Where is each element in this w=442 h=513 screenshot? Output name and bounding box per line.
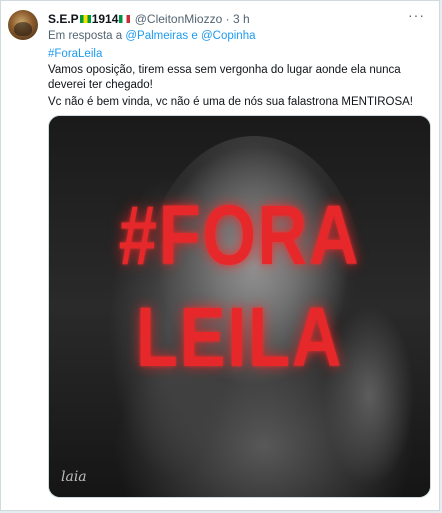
tweet-text: Vamos oposição, tirem essa sem vergonha … <box>48 63 433 112</box>
reply-context: Em resposta a @Palmeiras e @Copinha <box>48 29 256 43</box>
overlay-text-line-2: LEILA <box>135 290 344 384</box>
more-options-icon[interactable]: ··· <box>408 7 425 23</box>
reply-prefix: Em resposta a <box>48 30 123 42</box>
separator-dot: · <box>225 12 230 26</box>
tweet-media-image[interactable]: #FORA LEILA laia <box>48 115 431 498</box>
brazil-flag-icon <box>79 15 91 23</box>
tweet-text-line: Vamos oposição, tirem essa sem vergonha … <box>48 64 401 91</box>
action-bar <box>48 500 431 510</box>
overlay-text-line-1: #FORA <box>118 188 361 282</box>
reply-joiner: e <box>191 30 198 42</box>
timestamp[interactable]: 3 h <box>233 12 250 26</box>
mention-copinha[interactable]: @Copinha <box>201 30 256 42</box>
display-name-suffix[interactable]: 1914 <box>92 12 119 26</box>
tweet-card[interactable]: S.E.P 1914 @CleitonMiozzo · 3 h ··· Em re… <box>0 0 440 511</box>
display-name[interactable]: S.E.P <box>48 12 79 26</box>
user-handle[interactable]: @CleitonMiozzo <box>135 12 223 26</box>
image-watermark: laia <box>61 469 87 485</box>
hashtag-link[interactable]: #ForaLeila <box>48 47 102 61</box>
tweet-header: S.E.P 1914 @CleitonMiozzo · 3 h <box>48 12 250 26</box>
mention-palmeiras[interactable]: @Palmeiras <box>125 30 188 42</box>
italy-flag-icon <box>119 15 131 23</box>
photo-figure <box>144 136 364 436</box>
tweet-text-line: Vc não é bem vinda, vc não é uma de nós … <box>48 96 413 108</box>
avatar[interactable] <box>8 10 38 40</box>
